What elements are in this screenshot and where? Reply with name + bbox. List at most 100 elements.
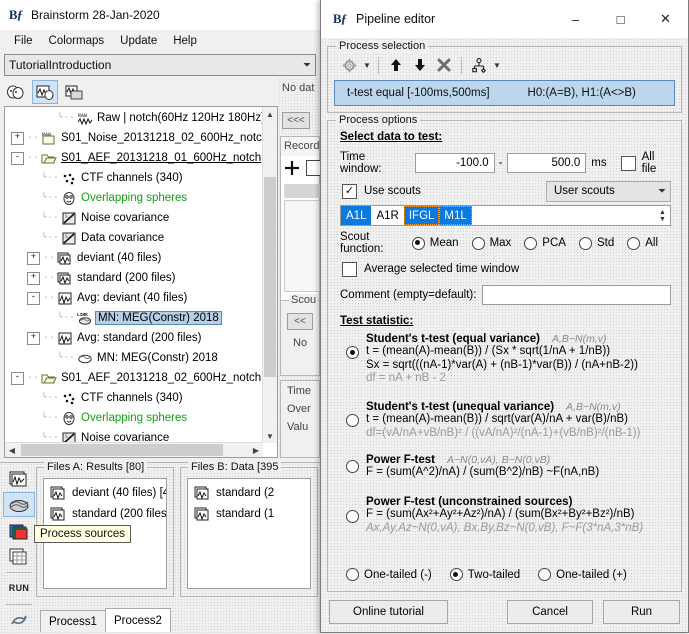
tree-item[interactable]: +··Avg: standard (200 files) bbox=[5, 328, 263, 348]
run-label[interactable]: RUN bbox=[4, 577, 34, 600]
move-crosshair-icon[interactable] bbox=[284, 160, 302, 176]
scroll-left-icon[interactable]: ◀ bbox=[5, 443, 19, 457]
list-item[interactable]: standard (200 files) [40] bbox=[44, 503, 166, 524]
process-recordings-icon[interactable] bbox=[4, 467, 34, 490]
close-button[interactable]: ✕ bbox=[643, 0, 688, 38]
scout-function-option[interactable]: Mean bbox=[412, 237, 459, 250]
tail-option-positive[interactable]: One-tailed (+) bbox=[538, 568, 627, 581]
tree-expander[interactable]: - bbox=[11, 152, 24, 165]
process-timefreq-icon[interactable] bbox=[4, 519, 34, 542]
scout-chip[interactable]: A1R bbox=[371, 206, 403, 225]
tree-expander[interactable]: + bbox=[27, 252, 40, 265]
scrollbar-thumb[interactable] bbox=[264, 177, 276, 377]
scout-source-select[interactable]: User scouts ⏷ bbox=[546, 181, 671, 202]
tree-item[interactable]: └··Overlapping spheres bbox=[5, 188, 263, 208]
tree-expander[interactable]: - bbox=[11, 372, 24, 385]
minimize-button[interactable]: – bbox=[553, 0, 598, 38]
tree-horizontal-scrollbar[interactable]: ◀ ▶ bbox=[5, 442, 263, 457]
list-item[interactable]: standard (2 bbox=[188, 482, 310, 503]
tree-item[interactable]: └··LINKMN: MEG(Constr) 2018 bbox=[5, 308, 263, 328]
average-time-checkbox[interactable] bbox=[342, 262, 357, 277]
back-button[interactable]: <<< bbox=[282, 112, 310, 129]
move-down-icon[interactable] bbox=[409, 54, 431, 76]
process-report-icon[interactable] bbox=[4, 609, 34, 632]
test-option-power-f[interactable]: Power F-test A~N(0,vA), B~N(0,vB) F = (s… bbox=[346, 454, 673, 480]
test-option-unequal-variance[interactable]: Student's t-test (unequal variance) A,B~… bbox=[346, 401, 673, 440]
tree-item[interactable]: -··Avg: deviant (40 files) bbox=[5, 288, 263, 308]
gear-icon[interactable] bbox=[338, 54, 360, 76]
tree-vertical-scrollbar[interactable]: ▲ ▼ bbox=[262, 107, 277, 443]
selected-process-row[interactable]: t-test equal [-100ms,500ms] H0:(A=B), H1… bbox=[334, 80, 675, 106]
tail-option-two[interactable]: Two-tailed bbox=[450, 568, 520, 581]
menu-update[interactable]: Update bbox=[112, 33, 165, 49]
tail-option-negative[interactable]: One-tailed (-) bbox=[346, 568, 432, 581]
scout-function-option[interactable]: Std bbox=[579, 237, 614, 250]
scout-list-spinner[interactable]: ▲ ▼ bbox=[655, 206, 670, 225]
scout-function-option[interactable]: Max bbox=[472, 237, 512, 250]
tree-item[interactable]: └··Noise covariance bbox=[5, 208, 263, 228]
radio-one-tailed-positive[interactable] bbox=[538, 568, 551, 581]
scout-chip[interactable]: M1L bbox=[439, 206, 471, 225]
tree-item[interactable]: └··CTF channels (340) bbox=[5, 388, 263, 408]
protocol-selector[interactable]: TutorialIntroduction ⏷ bbox=[4, 54, 316, 76]
tree-expander[interactable]: + bbox=[11, 132, 24, 145]
tree-item[interactable]: └··Data covariance bbox=[5, 228, 263, 248]
tree-item[interactable]: +··RAWS01_Noise_20131218_02_600Hz_notc bbox=[5, 128, 263, 148]
radio-power-f[interactable] bbox=[346, 460, 359, 473]
tree-item[interactable]: └··CTF channels (340) bbox=[5, 168, 263, 188]
radio-mean[interactable] bbox=[412, 237, 425, 250]
radio-all[interactable] bbox=[627, 237, 640, 250]
tree-item[interactable]: └··MN: MEG(Constr) 2018 bbox=[5, 348, 263, 368]
scroll-down-icon[interactable]: ▼ bbox=[263, 429, 277, 443]
scout-chip[interactable]: A1L bbox=[341, 206, 371, 225]
scroll-right-icon[interactable]: ▶ bbox=[249, 443, 263, 457]
radio-pca[interactable] bbox=[524, 237, 537, 250]
tree-item[interactable]: └··Noise covariance bbox=[5, 428, 263, 443]
spin-up-icon[interactable]: ▲ bbox=[659, 209, 666, 216]
scroll-up-icon[interactable]: ▲ bbox=[263, 107, 277, 121]
radio-power-f-unconstrained[interactable] bbox=[346, 510, 359, 523]
functional-view-icon[interactable] bbox=[32, 80, 58, 104]
comment-input[interactable] bbox=[482, 285, 671, 305]
tab-process2[interactable]: Process2 bbox=[105, 608, 171, 632]
list-item[interactable]: deviant (40 files) [40] bbox=[44, 482, 166, 503]
radio-max[interactable] bbox=[472, 237, 485, 250]
maximize-button[interactable]: □ bbox=[598, 0, 643, 38]
chevron-down-icon[interactable]: ▼ bbox=[362, 61, 372, 70]
radio-std[interactable] bbox=[579, 237, 592, 250]
functional-raw-view-icon[interactable] bbox=[62, 81, 86, 103]
time-end-input[interactable]: 500.0 bbox=[507, 153, 587, 173]
menu-help[interactable]: Help bbox=[165, 33, 205, 49]
spin-down-icon[interactable]: ▼ bbox=[659, 216, 666, 223]
tree-expander[interactable]: + bbox=[27, 272, 40, 285]
anatomy-view-icon[interactable] bbox=[4, 81, 28, 103]
tree-item[interactable]: +··deviant (40 files) bbox=[5, 248, 263, 268]
tree-item[interactable]: -··S01_AEF_20131218_01_600Hz_notch bbox=[5, 148, 263, 168]
all-file-checkbox[interactable] bbox=[621, 156, 636, 171]
tree-expander[interactable]: - bbox=[27, 292, 40, 305]
run-button[interactable]: Run bbox=[603, 600, 680, 624]
tree-item[interactable]: └··Overlapping spheres bbox=[5, 408, 263, 428]
scrollbar-thumb-h[interactable] bbox=[21, 444, 223, 456]
record-tab[interactable]: Record bbox=[284, 140, 319, 152]
process-matrix-icon[interactable] bbox=[4, 545, 34, 568]
tree-expander[interactable]: + bbox=[27, 332, 40, 345]
tree-item[interactable]: └··RAWRaw | notch(60Hz 120Hz 180Hz) bbox=[5, 108, 263, 128]
scout-function-option[interactable]: PCA bbox=[524, 237, 566, 250]
tree-item[interactable]: +··standard (200 files) bbox=[5, 268, 263, 288]
radio-equal-variance[interactable] bbox=[346, 346, 359, 359]
process-sources-icon[interactable] bbox=[3, 492, 35, 517]
radio-unequal-variance[interactable] bbox=[346, 414, 359, 427]
delete-icon[interactable] bbox=[433, 54, 455, 76]
scout-list[interactable]: A1LA1RIFGLM1L ▲ ▼ bbox=[340, 205, 671, 226]
database-tree[interactable]: └··RAWRaw | notch(60Hz 120Hz 180Hz)+··RA… bbox=[4, 106, 278, 458]
tree-item[interactable]: -··S01_AEF_20131218_02_600Hz_notch bbox=[5, 368, 263, 388]
cancel-button[interactable]: Cancel bbox=[507, 600, 593, 624]
files-b-list[interactable]: standard (2standard (1 bbox=[187, 478, 311, 589]
list-item[interactable]: standard (1 bbox=[188, 503, 310, 524]
scout-chip[interactable]: IFGL bbox=[404, 206, 440, 225]
menu-file[interactable]: File bbox=[6, 33, 41, 49]
test-option-power-f-unconstrained[interactable]: Power F-test (unconstrained sources) F =… bbox=[346, 496, 673, 535]
tab-process1[interactable]: Process1 bbox=[40, 610, 106, 632]
scout-back-button[interactable]: << bbox=[287, 313, 313, 330]
